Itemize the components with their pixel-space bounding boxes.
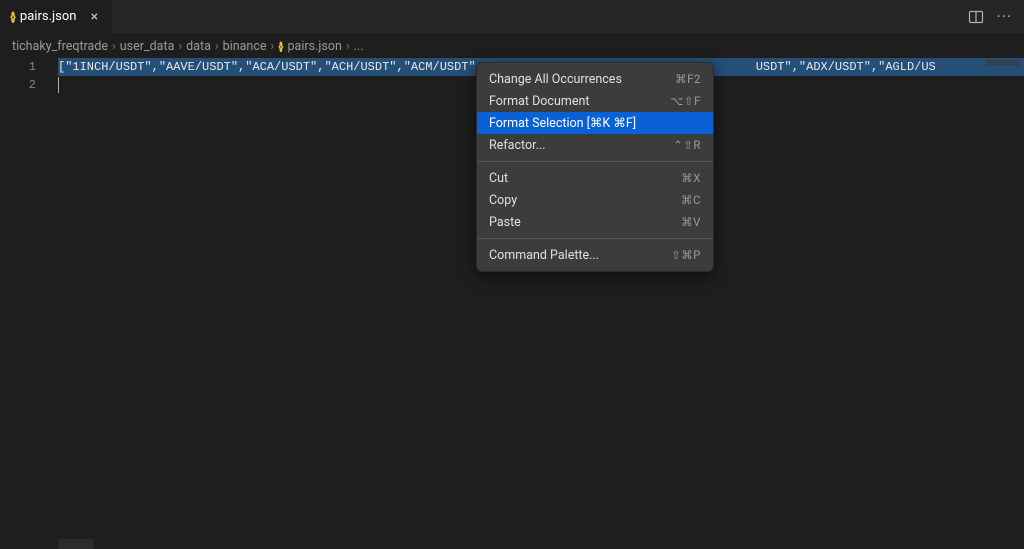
chevron-right-icon: › [178, 39, 182, 54]
tab-title: pairs.json [20, 9, 77, 24]
menu-item[interactable]: Format Selection [⌘K ⌘F] [477, 112, 713, 134]
menu-item-shortcut: ⌘V [681, 215, 701, 229]
chevron-right-icon: › [215, 39, 219, 54]
breadcrumb-item[interactable]: user_data [120, 39, 175, 54]
menu-item-label: Format Selection [⌘K ⌘F] [489, 115, 636, 131]
chevron-right-icon: › [346, 39, 350, 54]
more-actions-icon[interactable]: ··· [996, 7, 1012, 26]
chevron-right-icon: › [271, 39, 275, 54]
breadcrumb-item[interactable]: data [186, 39, 211, 54]
menu-item[interactable]: Cut ⌘X [477, 167, 713, 189]
menu-item-label: Refactor... [489, 138, 546, 153]
tab-actions: ··· [968, 0, 1024, 33]
horizontal-scrollbar[interactable] [58, 539, 94, 549]
tab-bar: {} pairs.json × ··· [0, 0, 1024, 34]
menu-item-shortcut: ⇧⌘P [671, 248, 701, 262]
menu-item[interactable]: Command Palette... ⇧⌘P [477, 244, 713, 266]
menu-item[interactable]: Change All Occurrences ⌘F2 [477, 68, 713, 90]
menu-item-label: Cut [489, 171, 508, 186]
breadcrumb-item[interactable]: tichaky_freqtrade [12, 39, 108, 54]
menu-item[interactable]: Copy ⌘C [477, 189, 713, 211]
menu-item-shortcut: ⌥⇧F [670, 94, 701, 108]
menu-item-shortcut: ⌃⇧R [673, 138, 701, 152]
breadcrumb-ellipsis[interactable]: ... [354, 39, 364, 54]
file-tab[interactable]: {} pairs.json × [0, 0, 113, 33]
json-icon: {} [10, 10, 14, 24]
menu-item-label: Change All Occurrences [489, 72, 622, 87]
split-editor-icon[interactable] [968, 9, 984, 25]
json-icon: {} [278, 40, 281, 53]
menu-item-shortcut: ⌘X [681, 171, 701, 185]
breadcrumb-file[interactable]: pairs.json [288, 39, 342, 54]
context-menu: Change All Occurrences ⌘F2 Format Document… [476, 62, 714, 272]
menu-item-label: Command Palette... [489, 248, 599, 263]
line-number: 1 [0, 58, 58, 76]
menu-separator [477, 238, 713, 239]
menu-item[interactable]: Paste ⌘V [477, 211, 713, 233]
menu-item-shortcut: ⌘C [681, 193, 701, 207]
breadcrumb-item[interactable]: binance [223, 39, 267, 54]
close-icon[interactable]: × [86, 9, 102, 25]
minimap[interactable] [986, 60, 1020, 66]
menu-item[interactable]: Format Document ⌥⇧F [477, 90, 713, 112]
line-number: 2 [0, 76, 58, 94]
menu-item[interactable]: Refactor... ⌃⇧R [477, 134, 713, 156]
chevron-right-icon: › [112, 39, 116, 54]
breadcrumb[interactable]: tichaky_freqtrade › user_data › data › b… [0, 34, 1024, 56]
menu-item-shortcut: ⌘F2 [675, 72, 701, 86]
menu-separator [477, 161, 713, 162]
menu-item-label: Format Document [489, 94, 589, 109]
menu-item-label: Copy [489, 193, 517, 208]
menu-item-label: Paste [489, 215, 521, 230]
